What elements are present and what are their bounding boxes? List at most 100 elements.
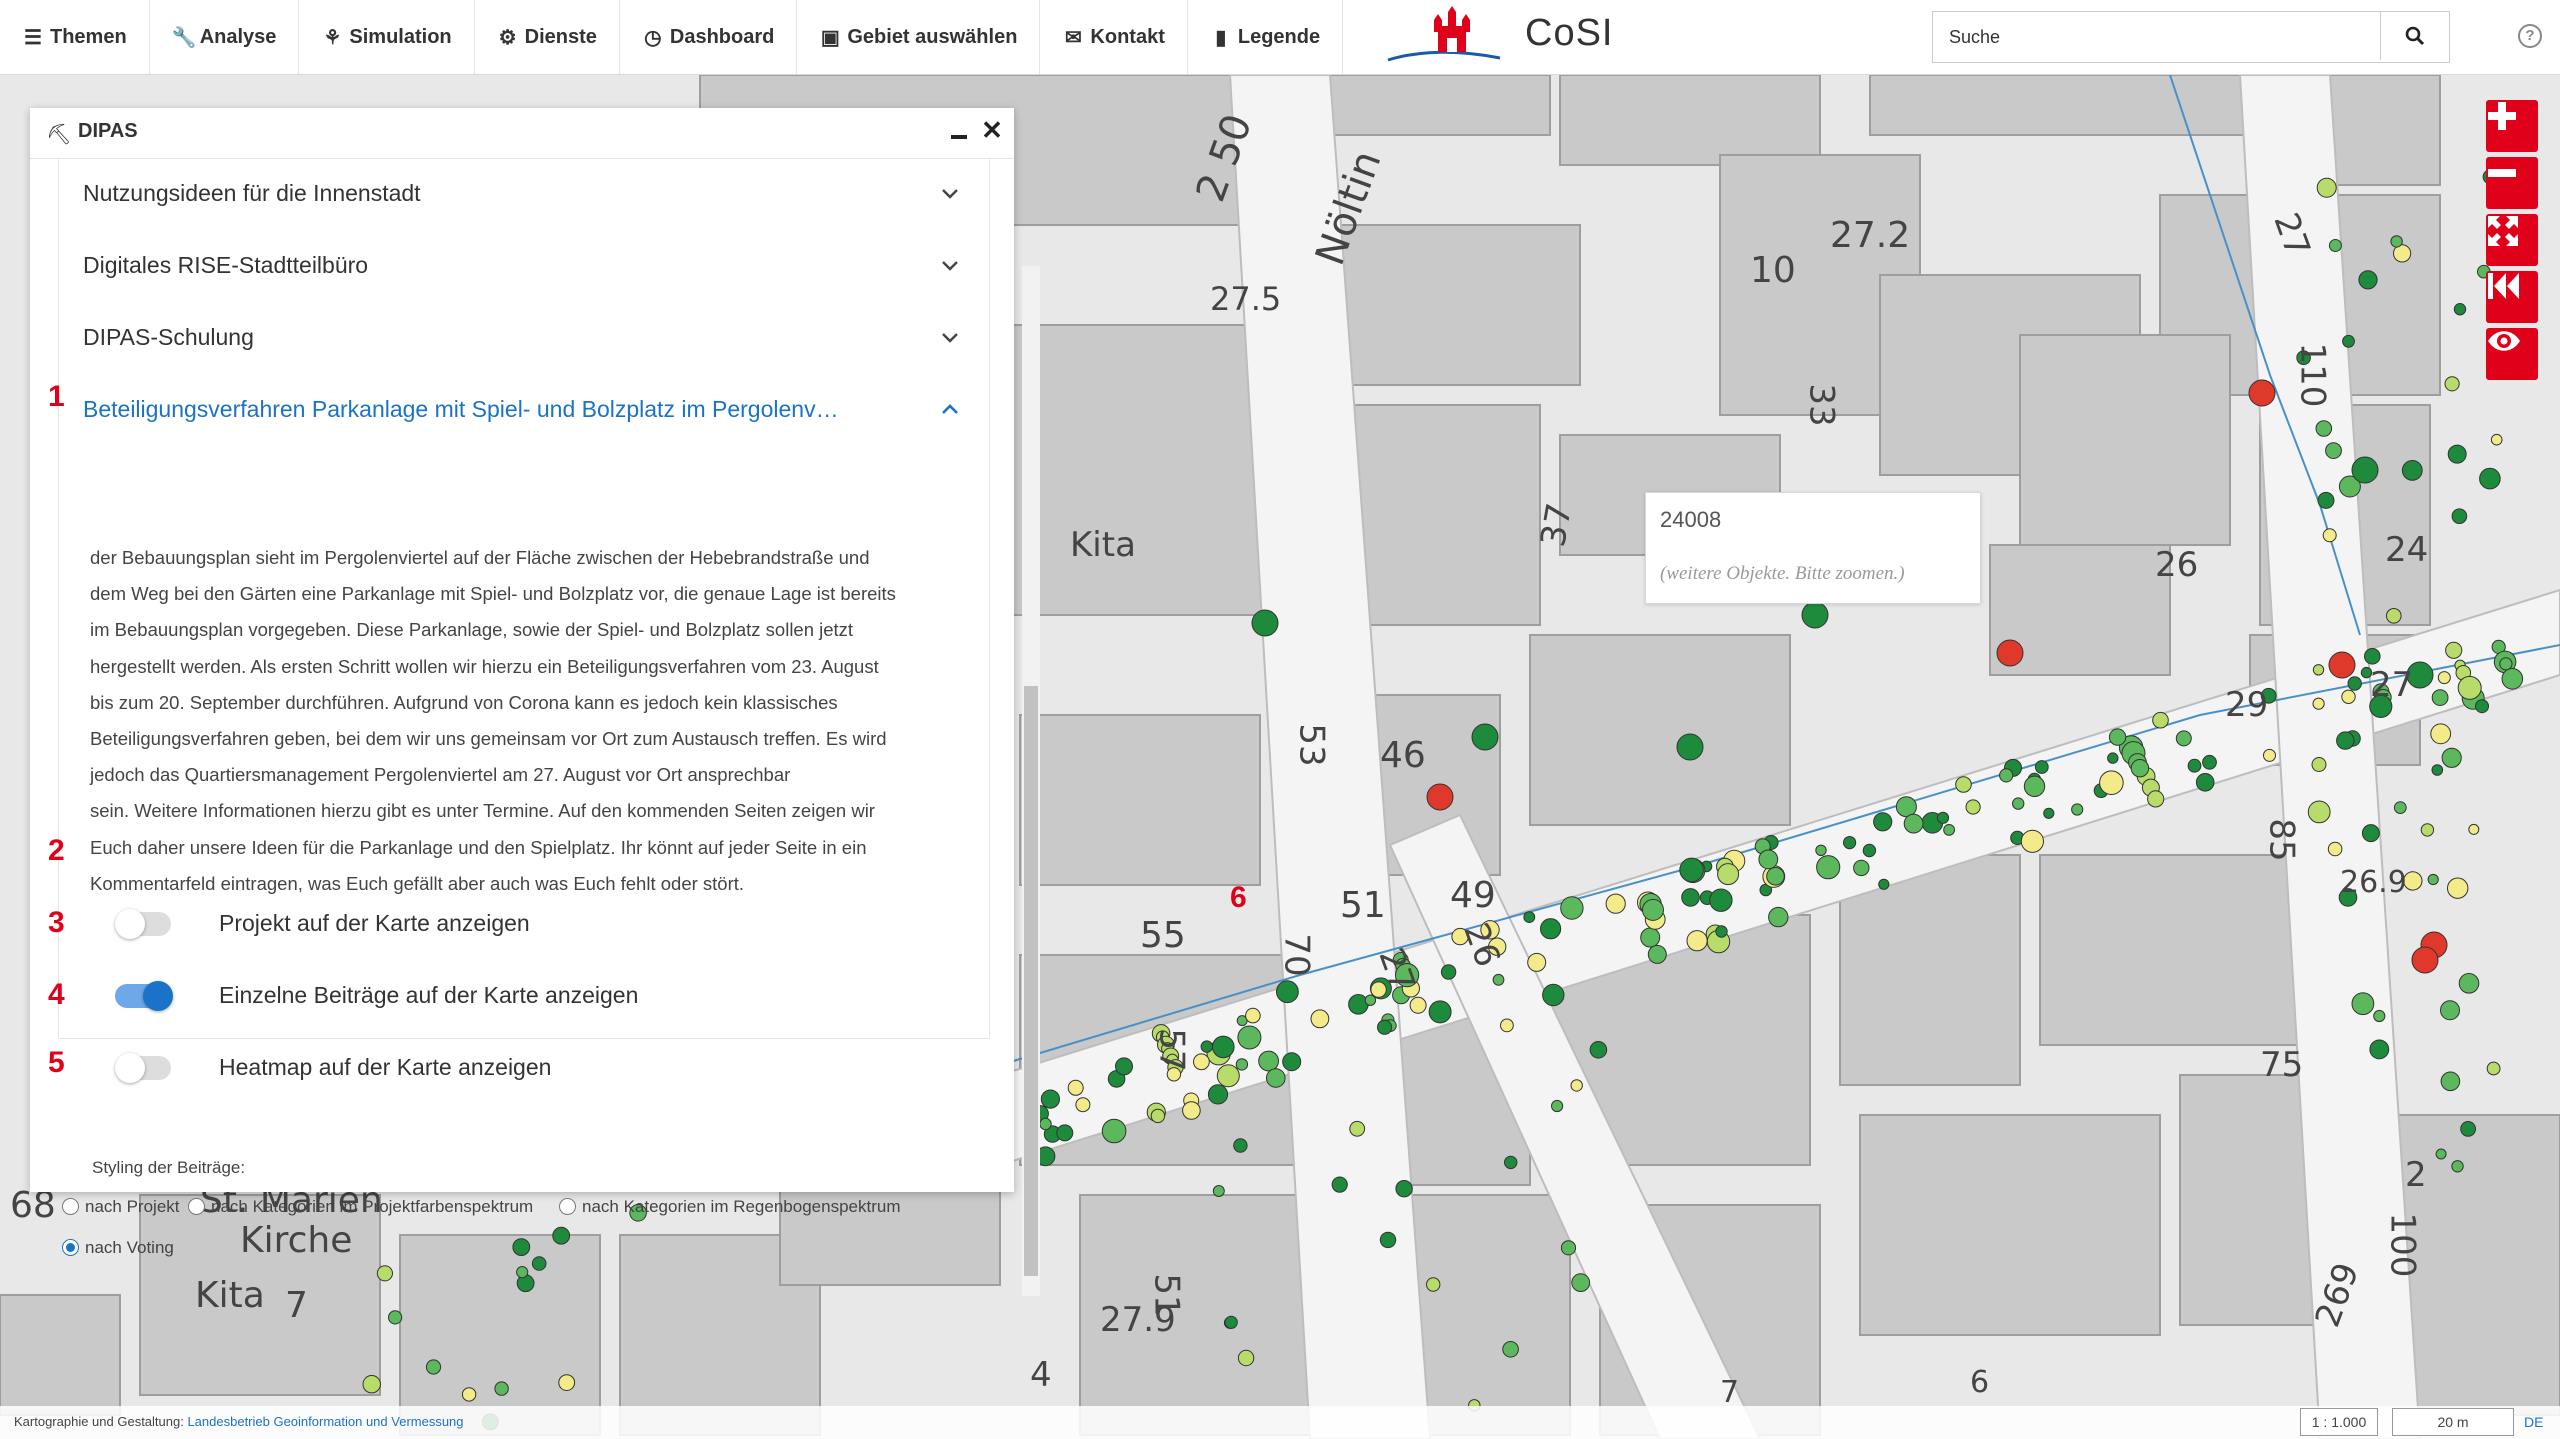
menu-item-label: Analyse [199,25,277,48]
map-label: 26.9 [2340,865,2407,900]
contribution-point [1233,1138,1248,1153]
contribution-point [1766,867,1785,886]
menu-item-legende[interactable]: ▮ Legende [1188,0,1344,74]
help-icon[interactable]: ? [2518,24,2542,48]
menu-item-kontakt[interactable]: ✉ Kontakt [1040,0,1188,74]
map-label: 51 [1146,1273,1187,1317]
contribution-point [2458,973,2480,994]
contribution-point [1676,733,1704,761]
contribution-point [1768,906,1789,928]
contribution-point [1115,1057,1133,1076]
description-line: der Bebauungsplan sieht im Pergolenviert… [90,547,870,568]
contribution-point [1815,844,1827,856]
contribution-point [2175,730,2192,747]
contribution-point [2435,1148,2447,1160]
building-block [1329,224,1581,386]
contribution-point [1679,857,1704,883]
search-input[interactable] [1933,12,2391,62]
visibility-button[interactable] [2486,328,2538,380]
top-navigation-bar: ☰ Themen 🔧 Analyse ⚘ Simulation ⚙ Dienste ◷ Dashb… [0,0,2560,75]
contribution-point [1426,1277,1441,1292]
accordion-item-beteiligungsverfahren[interactable]: Beteiligungsverfahren Parkanlage mit Spi… [59,374,989,446]
contribution-point [1681,888,1700,907]
contribution-point [2499,657,2513,671]
contribution-point [1999,768,2014,783]
back-to-start-button[interactable] [2486,271,2538,323]
main-menu: ☰ Themen 🔧 Analyse ⚘ Simulation ⚙ Dienste ◷ Dashb… [0,0,1344,74]
contribution-point [2012,797,2025,810]
contribution-point [1965,799,1981,815]
zoom-in-button[interactable] [2486,100,2538,152]
radio-button[interactable] [559,1197,576,1215]
contribution-point [1647,944,1667,964]
search-button[interactable] [2380,12,2449,60]
attribution-link[interactable]: Landesbetrieb Geoinformation und Vermess… [187,1414,463,1429]
description-line: im Bebauungsplan vorgegeben. Diese Parka… [90,619,854,641]
map-label: 27.5 [1210,280,1282,318]
contribution-point [1527,952,1547,972]
radio-kategorien-regenbogen[interactable]: nach Kategorien im Regenbogenspektrum [559,1197,900,1217]
fullscreen-button[interactable] [2486,214,2538,266]
contribution-point [2020,829,2045,853]
map-label: 46 [1380,735,1426,776]
map-label: 57 [1151,1028,1192,1072]
scale-bar: 20 m [2392,1408,2514,1436]
dipas-panel: ⛏ DIPAS ✕ Nutzungsideen für die Innensta… [30,108,1040,1296]
radio-button[interactable] [62,1238,79,1256]
heatmap-toggle[interactable] [115,1053,171,1083]
map-label: 100 [2382,1212,2423,1278]
building-block [1559,75,1821,166]
zoom-out-button[interactable] [2486,157,2538,209]
menu-item-gebiet-auswählen[interactable]: ▣ Gebiet auswählen [797,0,1041,74]
contribution-point [2328,239,2342,252]
contribution-point [1440,964,1457,980]
map-label: 27 [2370,665,2414,705]
radio-nach-projekt[interactable]: nach Projekt [62,1197,180,1217]
map-footer: Kartographie und Gestaltung: Landesbetri… [0,1406,2560,1439]
contribution-point [2441,747,2462,768]
back-icon [2488,273,2519,299]
map-label: 26 [2155,545,2199,585]
contribution-point [2307,800,2331,824]
accordion-item-rise-stadtteilbuero[interactable]: Digitales RISE-Stadtteilbüro [59,230,989,302]
contribution-point [2108,728,2127,746]
language-switch[interactable]: DE [2524,1414,2543,1430]
radio-nach-voting[interactable]: nach Voting [62,1238,174,1258]
contribution-point [1245,1007,1261,1024]
zoom-in-icon [2488,102,2516,130]
menu-item-simulation[interactable]: ⚘ Simulation [299,0,475,74]
panel-scrollbar[interactable] [1022,266,1040,1296]
description-line: sein. Weitere Informationen hierzu gibt … [90,800,875,822]
contribution-point [1895,796,1917,818]
gear-icon: ⚙ [498,26,517,49]
menu-item-analyse[interactable]: 🔧 Analyse [150,0,300,74]
scrollbar-thumb[interactable] [1024,686,1038,1276]
radio-button[interactable] [62,1197,79,1215]
styling-label: Styling der Beiträge: [92,1158,246,1177]
contribution-point [2351,456,2379,484]
building-block [1529,634,1791,826]
contribution-point [2311,757,2327,772]
description-line: bis zum 20. September durchführen. Aufgr… [90,691,838,713]
menu-item-dashboard[interactable]: ◷ Dashboard [620,0,798,74]
contributions-toggle[interactable] [115,981,173,1011]
menu-item-dienste[interactable]: ⚙ Dienste [475,0,620,74]
accordion-item-nutzungsideen[interactable]: Nutzungsideen für die Innenstadt [59,158,989,230]
contribution-point [1996,639,2024,667]
description-line: Kommentarfeld eintragen, was Euch gefäll… [90,872,745,894]
scale-selector[interactable]: 1 : 1.000 [2300,1408,2378,1436]
close-button[interactable]: ✕ [980,117,1004,144]
dashboard-icon: ◷ [644,26,662,49]
contribution-point [1235,1058,1249,1071]
project-toggle[interactable] [115,909,171,939]
accordion-item-dipas-schulung[interactable]: DIPAS-Schulung [59,302,989,374]
contribution-point [494,1381,509,1396]
contribution-point [2486,1061,2501,1076]
menu-item-themen[interactable]: ☰ Themen [0,0,150,74]
radio-button[interactable] [188,1197,205,1215]
panel-header: ⛏ DIPAS ✕ [30,108,1014,159]
radio-kategorien-projektfarben[interactable]: nach Kategorien im Projektfarbenspektrum [188,1197,533,1217]
contribution-point [1331,1176,1348,1193]
minimize-button[interactable] [948,120,970,142]
chevron-down-icon [942,189,958,199]
